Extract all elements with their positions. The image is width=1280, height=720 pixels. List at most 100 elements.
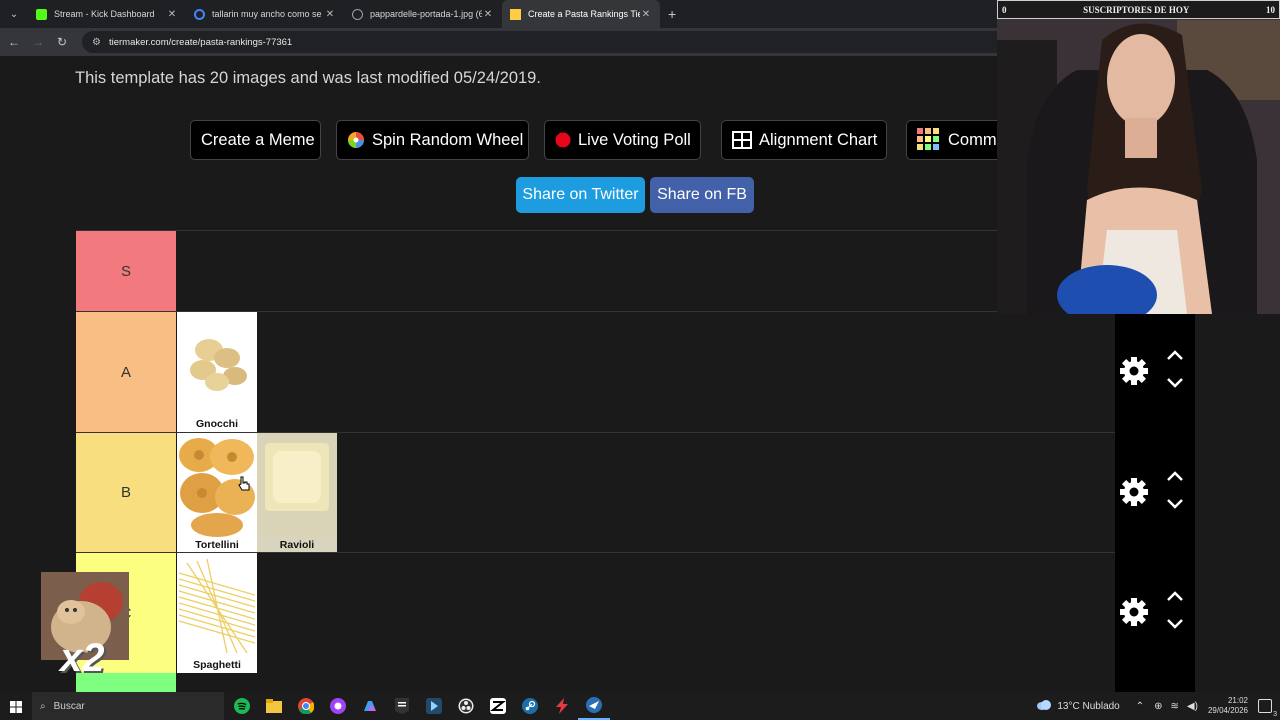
clock[interactable]: 21:02 29/04/2026 xyxy=(1208,696,1248,716)
tab-title: Create a Pasta Rankings Tier Lis xyxy=(528,9,640,19)
hand-cursor-icon xyxy=(238,476,250,491)
item-caption: Gnocchi xyxy=(195,418,238,430)
sub-count-right: 10 xyxy=(1266,4,1275,15)
copilot-icon[interactable] xyxy=(354,692,386,720)
alignment-chart-label: Alignment Chart xyxy=(759,130,878,149)
globe-icon xyxy=(352,8,363,20)
tiermaker-favicon-icon xyxy=(510,8,521,20)
tier-item-ravioli[interactable]: Ravioli xyxy=(257,433,337,553)
url-field[interactable]: ⚙ tiermaker.com/create/pasta-rankings-77… xyxy=(82,31,1022,53)
reload-icon[interactable]: ↻ xyxy=(50,35,74,49)
tier-item-tortellini[interactable]: Tortellini xyxy=(177,433,257,553)
epic-games-icon[interactable] xyxy=(386,692,418,720)
item-caption: Tortellini xyxy=(195,539,239,551)
capcut-icon[interactable] xyxy=(482,692,514,720)
tier-controls-c xyxy=(1115,552,1195,673)
tier-item-spaghetti[interactable]: Spaghetti xyxy=(177,553,257,673)
move-up-chevron-icon[interactable] xyxy=(1167,350,1183,360)
volume-icon[interactable]: ◀) xyxy=(1187,701,1198,712)
tier-label-text: B xyxy=(120,484,131,501)
obs-icon[interactable] xyxy=(450,692,482,720)
tab-close-icon[interactable]: ✕ xyxy=(640,9,652,20)
network-icon[interactable]: ⊕ xyxy=(1154,701,1162,712)
share-fb-label: Share on FB xyxy=(657,186,747,203)
tab-search-chevron-icon[interactable]: ⌄ xyxy=(0,0,28,28)
live-voting-poll-button[interactable]: Live Voting Poll xyxy=(544,120,701,160)
lightning-app-icon[interactable] xyxy=(546,692,578,720)
tab-close-icon[interactable]: ✕ xyxy=(482,9,494,20)
tier-row-s: S xyxy=(76,230,1115,311)
tab-google-search[interactable]: tallarin muy ancho como se llam ✕ xyxy=(186,0,344,28)
streaming-app-icon[interactable] xyxy=(418,692,450,720)
item-caption: Spaghetti xyxy=(193,659,241,671)
tier-controls-a xyxy=(1115,311,1195,432)
tray-overflow-chevron-icon[interactable]: ⌃ xyxy=(1136,701,1144,712)
move-down-chevron-icon[interactable] xyxy=(1167,499,1183,509)
spin-wheel-button[interactable]: Spin Random Wheel xyxy=(336,120,529,160)
share-fb-button[interactable]: Share on FB xyxy=(650,177,754,213)
back-icon[interactable]: ← xyxy=(2,35,26,49)
sub-counter-title: SUSCRIPTORES DE HOY xyxy=(1083,4,1190,15)
windows-taskbar: ⌕ Buscar 13°C Nublado ⌃ ⊕ ≋ ◀) 21:02 29/… xyxy=(0,692,1280,720)
tier-row-c: C Spaghetti xyxy=(76,552,1115,673)
tier-label-text: S xyxy=(120,262,131,280)
chrome-icon[interactable] xyxy=(290,692,322,720)
wifi-icon[interactable]: ≋ xyxy=(1171,701,1179,712)
red-dot-icon xyxy=(555,132,571,148)
tier-label-s[interactable]: S xyxy=(76,231,176,311)
clock-time: 21:02 xyxy=(1227,696,1248,705)
alignment-chart-button[interactable]: Alignment Chart xyxy=(721,120,887,160)
gnocchi-image xyxy=(190,339,247,391)
forward-icon[interactable]: → xyxy=(26,35,50,49)
kick-favicon-icon xyxy=(36,8,47,20)
spaghetti-image xyxy=(178,558,256,654)
move-up-chevron-icon[interactable] xyxy=(1167,591,1183,601)
chrome-profile-icon[interactable] xyxy=(322,692,354,720)
tier-label-text: A xyxy=(120,363,131,381)
create-meme-button[interactable]: Create a Meme xyxy=(190,120,321,160)
spin-wheel-label: Spin Random Wheel xyxy=(372,130,524,149)
move-up-chevron-icon[interactable] xyxy=(1167,471,1183,481)
tier-settings-gear-icon[interactable] xyxy=(1120,478,1148,506)
google-favicon-icon xyxy=(194,8,205,20)
tier-settings-gear-icon[interactable] xyxy=(1120,598,1148,626)
tab-close-icon[interactable]: ✕ xyxy=(166,9,178,20)
steam-client-icon[interactable] xyxy=(578,692,610,720)
subscriber-counter-bar: 0 SUSCRIPTORES DE HOY 10 xyxy=(997,0,1280,19)
grid-icon xyxy=(732,131,752,149)
tab-kick-dashboard[interactable]: Stream - Kick Dashboard ✕ xyxy=(28,0,186,28)
search-icon: ⌕ xyxy=(40,700,46,712)
tier-item-gnocchi[interactable]: Gnocchi xyxy=(177,312,257,432)
spotify-icon[interactable] xyxy=(226,692,258,720)
tab-close-icon[interactable]: ✕ xyxy=(324,9,336,20)
item-caption: Ravioli xyxy=(279,539,315,551)
tier-label-b[interactable]: B xyxy=(76,433,176,552)
notification-icon[interactable]: 3 xyxy=(1258,699,1277,718)
ravioli-image xyxy=(257,433,337,537)
tab-tiermaker[interactable]: Create a Pasta Rankings Tier Lis ✕ xyxy=(502,0,660,28)
share-twitter-label: Share on Twitter xyxy=(522,186,639,203)
move-down-chevron-icon[interactable] xyxy=(1167,378,1183,388)
search-placeholder: Buscar xyxy=(53,700,85,712)
weather-text[interactable]: 13°C Nublado xyxy=(1057,701,1119,712)
steam-icon[interactable] xyxy=(514,692,546,720)
live-voting-poll-label: Live Voting Poll xyxy=(578,130,691,149)
sub-count-left: 0 xyxy=(1002,4,1007,15)
share-twitter-button[interactable]: Share on Twitter xyxy=(516,177,645,213)
tier-controls-next xyxy=(1115,673,1195,692)
windows-start-icon[interactable] xyxy=(10,700,22,713)
new-tab-icon[interactable]: + xyxy=(668,6,676,22)
file-explorer-icon[interactable] xyxy=(258,692,290,720)
tab-pappardelle-image[interactable]: pappardelle-portada-1.jpg (640 ✕ xyxy=(344,0,502,28)
webcam-overlay: 0 SUSCRIPTORES DE HOY 10 xyxy=(997,0,1280,314)
color-grid-icon xyxy=(917,128,941,152)
tier-row-a: A Gnocchi xyxy=(76,311,1115,432)
url-text: tiermaker.com/create/pasta-rankings-7736… xyxy=(108,36,293,48)
move-down-chevron-icon[interactable] xyxy=(1167,619,1183,629)
tier-label-a[interactable]: A xyxy=(76,312,176,432)
taskbar-search-field[interactable]: ⌕ Buscar xyxy=(32,692,224,720)
tier-settings-gear-icon[interactable] xyxy=(1120,357,1148,385)
notification-badge: 3 xyxy=(1273,711,1277,718)
site-info-icon[interactable]: ⚙ xyxy=(92,37,101,48)
cloud-icon xyxy=(1036,699,1052,713)
